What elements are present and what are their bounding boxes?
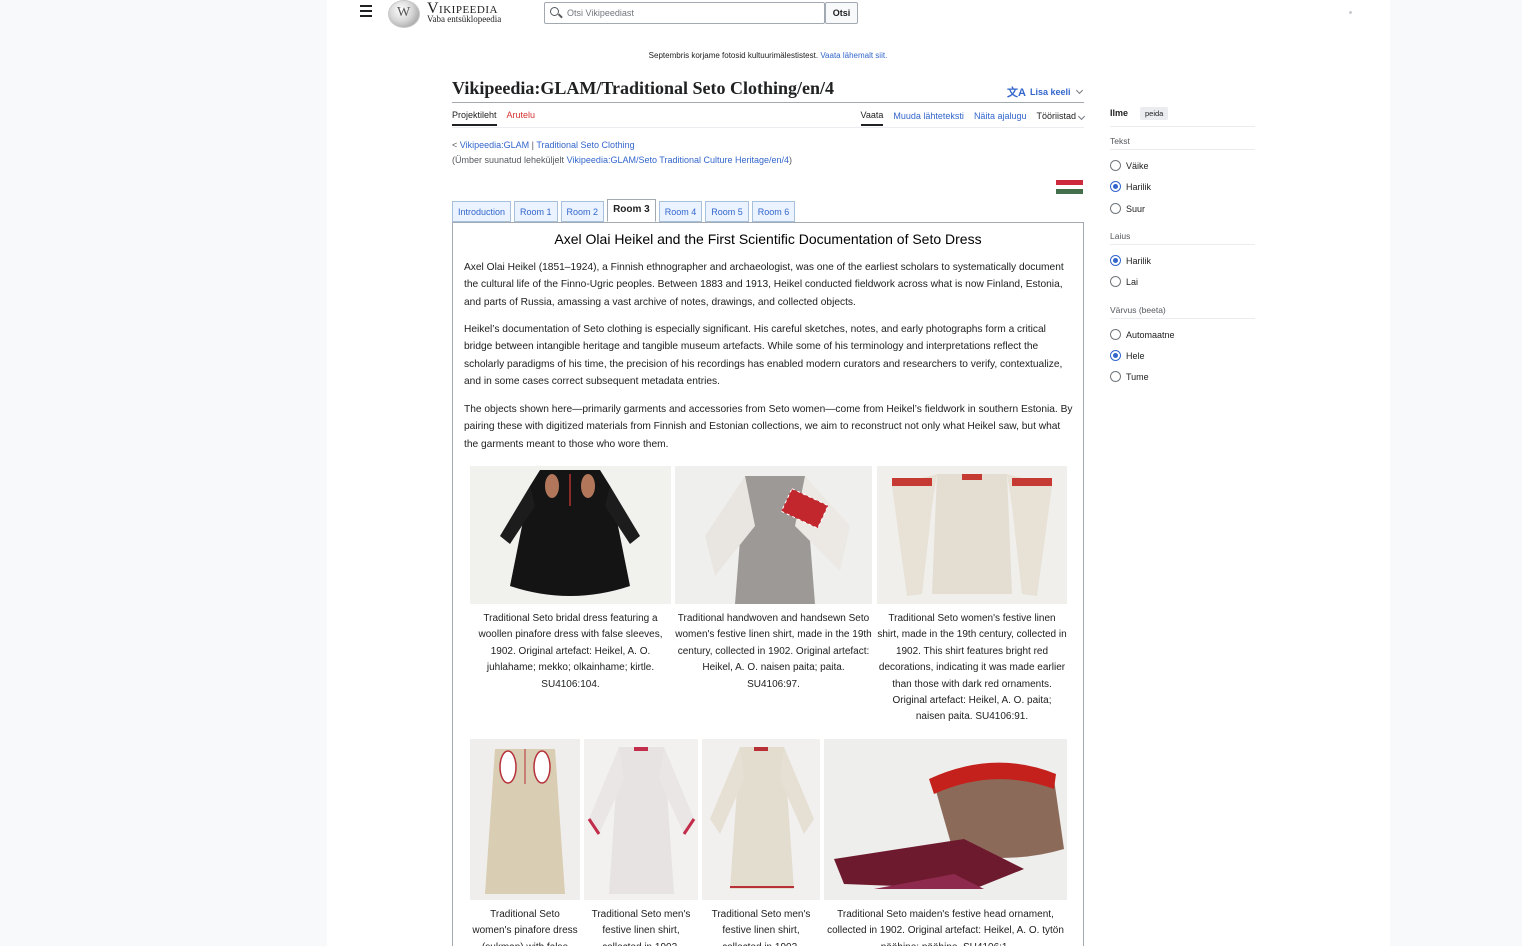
text-size-standard-option[interactable]: Harilik (1110, 181, 1151, 192)
language-icon: 文A (1007, 87, 1026, 99)
tab-read[interactable]: Vaata (860, 110, 884, 126)
color-divider (1110, 318, 1255, 319)
main-menu-button[interactable] (360, 5, 374, 19)
tools-label: Tööriistad (1036, 111, 1076, 121)
tab-room-5[interactable]: Room 5 (705, 201, 749, 222)
redirect-notice: (Ümber suunatud leheküljelt Vikipeedia:G… (452, 155, 792, 165)
breadcrumb-link-glam[interactable]: Vikipeedia:GLAM (460, 140, 529, 150)
tab-edit-source[interactable]: Muuda lähteteksti (893, 111, 964, 125)
pinafore-dress-image[interactable] (470, 739, 580, 900)
hide-appearance-button[interactable]: peida (1140, 107, 1169, 120)
text-size-label: Tekst (1110, 136, 1130, 146)
site-notice-text: Septembris korjame fotosid kultuurimäles… (648, 51, 819, 60)
caption-head-ornament: Traditional Seto maiden's festive head o… (827, 909, 1064, 946)
breadcrumb: < Vikipeedia:GLAM | Traditional Seto Clo… (452, 140, 635, 150)
search-button[interactable]: Otsi (825, 2, 858, 24)
caption-pinafore-dress: Traditional Seto women's pinafore dress … (472, 909, 578, 946)
tab-view-history[interactable]: Näita ajalugu (974, 111, 1027, 125)
appearance-divider (1110, 126, 1255, 127)
caption-womens-linen-shirt: Traditional Seto women's festive linen s… (877, 613, 1067, 723)
color-automatic-option[interactable]: Automaatne (1110, 329, 1175, 340)
color-automatic-label: Automaatne (1126, 329, 1175, 340)
caption-bridal-dress: Traditional Seto bridal dress featuring … (478, 613, 663, 690)
width-standard-option[interactable]: Harilik (1110, 255, 1151, 266)
width-wide-label: Lai (1126, 276, 1139, 287)
radio-icon (1110, 276, 1121, 287)
caption-womens-festive-shirt: Traditional handwoven and handsewn Seto … (675, 613, 872, 690)
tab-room-2[interactable]: Room 2 (560, 201, 605, 222)
radio-icon (1110, 371, 1121, 382)
radio-icon (1110, 160, 1121, 171)
redirect-suffix: ) (789, 155, 793, 165)
hungarian-flag-icon[interactable] (1056, 180, 1083, 194)
tab-room-6[interactable]: Room 6 (751, 201, 796, 222)
tab-introduction[interactable]: Introduction (452, 201, 512, 222)
site-notice: Septembris korjame fotosid kultuurimäles… (452, 51, 1084, 60)
width-divider (1110, 244, 1255, 245)
text-size-small-label: Väike (1126, 160, 1149, 171)
add-language-button[interactable]: 文A Lisa keeli (1007, 84, 1084, 100)
head-ornament-image[interactable] (824, 739, 1067, 900)
text-size-standard-label: Harilik (1126, 181, 1152, 192)
color-dark-option[interactable]: Tume (1110, 371, 1149, 382)
breadcrumb-link-seto[interactable]: Traditional Seto Clothing (536, 140, 634, 150)
section-heading: Axel Olai Heikel and the First Scientifi… (554, 231, 982, 247)
paragraph-3: The objects shown here—primarily garment… (464, 404, 1073, 450)
tab-project-page[interactable]: Projektileht (452, 110, 497, 126)
wikipedia-globe-logo[interactable] (388, 0, 420, 28)
page-title: Vikipeedia:GLAM/Traditional Seto Clothin… (452, 78, 835, 98)
tools-menu[interactable]: Tööriistad (1036, 111, 1086, 125)
text-size-small-option[interactable]: Väike (1110, 160, 1149, 171)
text-size-large-label: Suur (1126, 203, 1146, 214)
color-label: Värvus (beeta) (1110, 305, 1166, 315)
user-menu-dot-icon[interactable] (1349, 11, 1352, 14)
mens-shirt-image-2[interactable] (702, 739, 820, 900)
tab-room-1[interactable]: Room 1 (514, 201, 558, 222)
logo-tagline: Vaba entsüklopeedia (427, 14, 502, 24)
text-size-large-option[interactable]: Suur (1110, 203, 1145, 214)
color-light-label: Hele (1126, 350, 1145, 361)
search-box (544, 2, 825, 24)
search-icon (550, 7, 559, 16)
width-wide-option[interactable]: Lai (1110, 276, 1138, 287)
redirect-link[interactable]: Vikipeedia:GLAM/Seto Traditional Culture… (567, 155, 789, 165)
redirect-prefix: (Ümber suunatud leheküljelt (452, 155, 565, 165)
paragraph-2: Heikel’s documentation of Seto clothing … (464, 324, 1063, 388)
site-notice-link[interactable]: Vaata lähemalt siit. (820, 51, 887, 60)
appearance-title: Ilme (1110, 108, 1129, 118)
caption-mens-shirt-1: Traditional Seto men's festive linen shi… (591, 909, 691, 946)
page-container: Vikipeedia Vaba entsüklopeedia Otsi Sept… (327, 0, 1390, 946)
chevron-down-icon (1076, 86, 1084, 95)
radio-checked-icon (1110, 181, 1121, 192)
text-size-divider (1110, 149, 1255, 150)
room-tabs: Introduction Room 1 Room 2 Room 3 Room 4… (452, 199, 796, 222)
color-light-option[interactable]: Hele (1110, 350, 1145, 361)
tab-talk[interactable]: Arutelu (507, 110, 536, 126)
title-divider (452, 102, 1084, 103)
bridal-dress-image[interactable] (470, 466, 671, 604)
page-tabs: Projektileht Arutelu Vaata Muuda lähtete… (452, 110, 1086, 126)
radio-checked-icon (1110, 255, 1121, 266)
womens-linen-shirt-image[interactable] (877, 466, 1067, 604)
paragraph-1: Axel Olai Heikel (1851–1924), a Finnish … (464, 262, 1064, 308)
width-label: Laius (1110, 231, 1131, 241)
breadcrumb-separator: | (531, 140, 535, 150)
site-header: Vikipeedia Vaba entsüklopeedia Otsi (327, 0, 1390, 30)
color-dark-label: Tume (1126, 371, 1149, 382)
breadcrumb-prefix: < (452, 140, 458, 150)
radio-icon (1110, 203, 1121, 214)
womens-festive-shirt-image[interactable] (675, 466, 872, 604)
mens-shirt-image-1[interactable] (584, 739, 698, 900)
width-standard-label: Harilik (1126, 255, 1152, 266)
add-language-label: Lisa keeli (1029, 87, 1071, 97)
room-content: Axel Olai Heikel and the First Scientifi… (452, 222, 1084, 946)
tab-room-4[interactable]: Room 4 (658, 201, 703, 222)
radio-checked-icon (1110, 350, 1121, 361)
tab-room-3[interactable]: Room 3 (607, 199, 656, 222)
tabs-divider (452, 127, 1084, 128)
caption-mens-shirt-2: Traditional Seto men's festive linen shi… (711, 909, 811, 946)
search-input[interactable] (567, 5, 817, 21)
radio-icon (1110, 329, 1121, 340)
chevron-down-icon (1077, 112, 1086, 121)
